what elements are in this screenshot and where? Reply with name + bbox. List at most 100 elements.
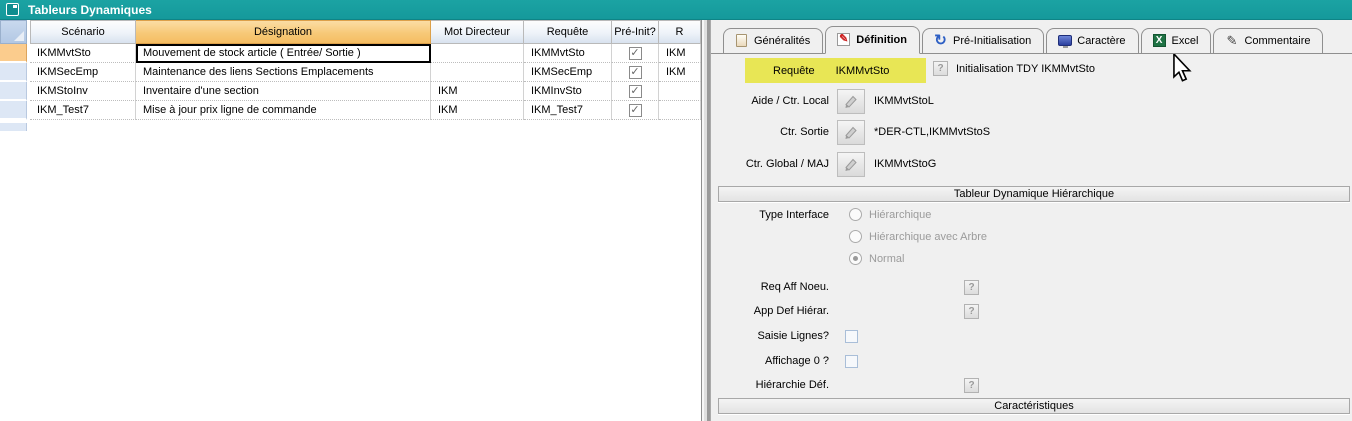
pencil-icon: ✎ bbox=[1224, 33, 1239, 48]
definition-panel: Généralités ✎ Définition ↻ Pré-Initialis… bbox=[711, 20, 1352, 421]
tab-label: Définition bbox=[856, 34, 907, 46]
column-header-pre-init[interactable]: Pré-Init? bbox=[612, 20, 659, 44]
monitor-icon bbox=[1057, 33, 1072, 48]
radio-icon[interactable] bbox=[849, 208, 862, 221]
cell-r[interactable] bbox=[659, 101, 701, 120]
pre-init-checkbox[interactable] bbox=[629, 66, 642, 79]
help-button[interactable]: ? bbox=[933, 61, 948, 76]
cell-designation[interactable]: Mise à jour prix ligne de commande bbox=[136, 101, 431, 120]
cell-scenario[interactable]: IKMSecEmp bbox=[30, 63, 136, 82]
tab-bar: Généralités ✎ Définition ↻ Pré-Initialis… bbox=[711, 25, 1352, 54]
pre-init-checkbox[interactable] bbox=[629, 47, 642, 60]
ctr-sortie-value[interactable]: *DER-CTL,IKMMvtStoS bbox=[874, 126, 990, 138]
red-pencil-icon: ✎ bbox=[836, 32, 851, 47]
type-interface-label: Type Interface bbox=[711, 209, 837, 221]
row-selector[interactable] bbox=[0, 63, 27, 82]
cell-scenario[interactable]: IKMMvtSto bbox=[30, 44, 136, 63]
tab-caractere[interactable]: Caractère bbox=[1046, 28, 1138, 53]
table-row[interactable]: IKM_Test7 Mise à jour prix ligne de comm… bbox=[0, 101, 701, 120]
column-header-r[interactable]: R bbox=[659, 20, 701, 44]
tab-excel[interactable]: X Excel bbox=[1141, 28, 1212, 53]
edit-hand-button[interactable] bbox=[837, 152, 865, 177]
aide-ctr-local-label: Aide / Ctr. Local bbox=[711, 95, 837, 107]
req-aff-noeu-label: Req Aff Noeu. bbox=[711, 281, 837, 293]
section-header-hierarchique: Tableur Dynamique Hiérarchique bbox=[718, 186, 1350, 202]
ctr-sortie-label: Ctr. Sortie bbox=[711, 126, 837, 138]
saisie-lignes-row: Saisie Lignes? bbox=[711, 327, 1352, 345]
radio-normal[interactable]: Normal bbox=[849, 252, 904, 265]
cell-requete[interactable]: IKMInvSto bbox=[524, 82, 612, 101]
radio-selected-icon[interactable] bbox=[849, 252, 862, 265]
help-button[interactable]: ? bbox=[964, 304, 979, 319]
initialisation-row: ? Initialisation TDY IKMMvtSto bbox=[933, 61, 1095, 76]
window-title: Tableurs Dynamiques bbox=[28, 3, 152, 17]
row-selector[interactable] bbox=[0, 82, 27, 101]
row-selector[interactable] bbox=[0, 44, 27, 63]
tab-label: Excel bbox=[1172, 35, 1199, 47]
ctr-global-maj-value[interactable]: IKMMvtStoG bbox=[874, 158, 936, 170]
pre-init-checkbox[interactable] bbox=[629, 85, 642, 98]
cell-mot-directeur[interactable]: IKM bbox=[431, 101, 524, 120]
cell-r[interactable]: IKM bbox=[659, 44, 701, 63]
help-button[interactable]: ? bbox=[964, 378, 979, 393]
sync-icon: ↻ bbox=[933, 33, 948, 48]
column-header-requete[interactable]: Requête bbox=[524, 20, 612, 44]
cell-scenario[interactable]: IKMStoInv bbox=[30, 82, 136, 101]
help-button[interactable]: ? bbox=[964, 280, 979, 295]
cell-r[interactable] bbox=[659, 82, 701, 101]
app-def-hierar-label: App Def Hiérar. bbox=[711, 305, 837, 317]
app-def-hierar-row: App Def Hiérar. ? bbox=[711, 302, 1352, 320]
ctr-global-maj-row: Ctr. Global / MAJ IKMMvtStoG bbox=[711, 151, 1352, 177]
edit-hand-button[interactable] bbox=[837, 89, 865, 114]
affichage-0-label: Affichage 0 ? bbox=[711, 355, 837, 367]
cell-designation-focused[interactable]: Mouvement de stock article ( Entrée/ Sor… bbox=[136, 44, 431, 63]
cell-pre-init[interactable] bbox=[612, 101, 659, 120]
column-header-mot-directeur[interactable]: Mot Directeur bbox=[431, 20, 524, 44]
initialisation-text: Initialisation TDY IKMMvtSto bbox=[956, 63, 1095, 75]
ctr-sortie-row: Ctr. Sortie *DER-CTL,IKMMvtStoS bbox=[711, 119, 1352, 145]
edit-hand-icon bbox=[843, 156, 859, 172]
column-header-designation[interactable]: Désignation bbox=[136, 20, 431, 44]
cell-r[interactable]: IKM bbox=[659, 63, 701, 82]
table-row[interactable]: IKMStoInv Inventaire d'une section IKM I… bbox=[0, 82, 701, 101]
hierarchie-def-label: Hiérarchie Déf. bbox=[711, 379, 837, 391]
cell-requete[interactable]: IKM_Test7 bbox=[524, 101, 612, 120]
cell-pre-init[interactable] bbox=[612, 44, 659, 63]
tab-pre-initialisation[interactable]: ↻ Pré-Initialisation bbox=[922, 28, 1044, 53]
select-all-corner[interactable] bbox=[0, 20, 27, 44]
radio-icon[interactable] bbox=[849, 230, 862, 243]
cell-designation[interactable]: Inventaire d'une section bbox=[136, 82, 431, 101]
tab-commentaire[interactable]: ✎ Commentaire bbox=[1213, 28, 1323, 53]
cell-requete[interactable]: IKMMvtSto bbox=[524, 44, 612, 63]
cell-designation[interactable]: Maintenance des liens Sections Emplaceme… bbox=[136, 63, 431, 82]
tab-generalites[interactable]: Généralités bbox=[723, 28, 823, 53]
radio-hierarchique-avec-arbre[interactable]: Hiérarchique avec Arbre bbox=[849, 230, 987, 243]
affichage-0-row: Affichage 0 ? bbox=[711, 352, 1352, 370]
aide-ctr-local-value[interactable]: IKMMvtStoL bbox=[874, 95, 934, 107]
cell-requete[interactable]: IKMSecEmp bbox=[524, 63, 612, 82]
saisie-lignes-checkbox[interactable] bbox=[845, 330, 858, 343]
tab-label: Pré-Initialisation bbox=[953, 35, 1031, 47]
window-icon bbox=[6, 3, 19, 16]
cell-pre-init[interactable] bbox=[612, 63, 659, 82]
table-row[interactable]: IKMSecEmp Maintenance des liens Sections… bbox=[0, 63, 701, 82]
requete-value[interactable]: IKMMvtSto bbox=[836, 65, 890, 77]
cell-mot-directeur[interactable] bbox=[431, 44, 524, 63]
column-header-scenario[interactable]: Scénario bbox=[30, 20, 136, 44]
cell-mot-directeur[interactable] bbox=[431, 63, 524, 82]
edit-hand-button[interactable] bbox=[837, 120, 865, 145]
row-selector[interactable] bbox=[0, 101, 27, 120]
cell-mot-directeur[interactable]: IKM bbox=[431, 82, 524, 101]
cell-scenario[interactable]: IKM_Test7 bbox=[30, 101, 136, 120]
radio-label: Normal bbox=[869, 253, 904, 265]
cell-pre-init[interactable] bbox=[612, 82, 659, 101]
pre-init-checkbox[interactable] bbox=[629, 104, 642, 117]
tab-definition[interactable]: ✎ Définition bbox=[825, 26, 920, 54]
note-icon bbox=[734, 33, 749, 48]
table-row[interactable]: IKMMvtSto Mouvement de stock article ( E… bbox=[0, 44, 701, 63]
window-titlebar: Tableurs Dynamiques bbox=[0, 0, 1352, 20]
vertical-splitter[interactable] bbox=[701, 20, 711, 421]
radio-hierarchique[interactable]: Hiérarchique bbox=[849, 208, 931, 221]
type-interface-row: Type Interface bbox=[711, 207, 1352, 223]
affichage-0-checkbox[interactable] bbox=[845, 355, 858, 368]
